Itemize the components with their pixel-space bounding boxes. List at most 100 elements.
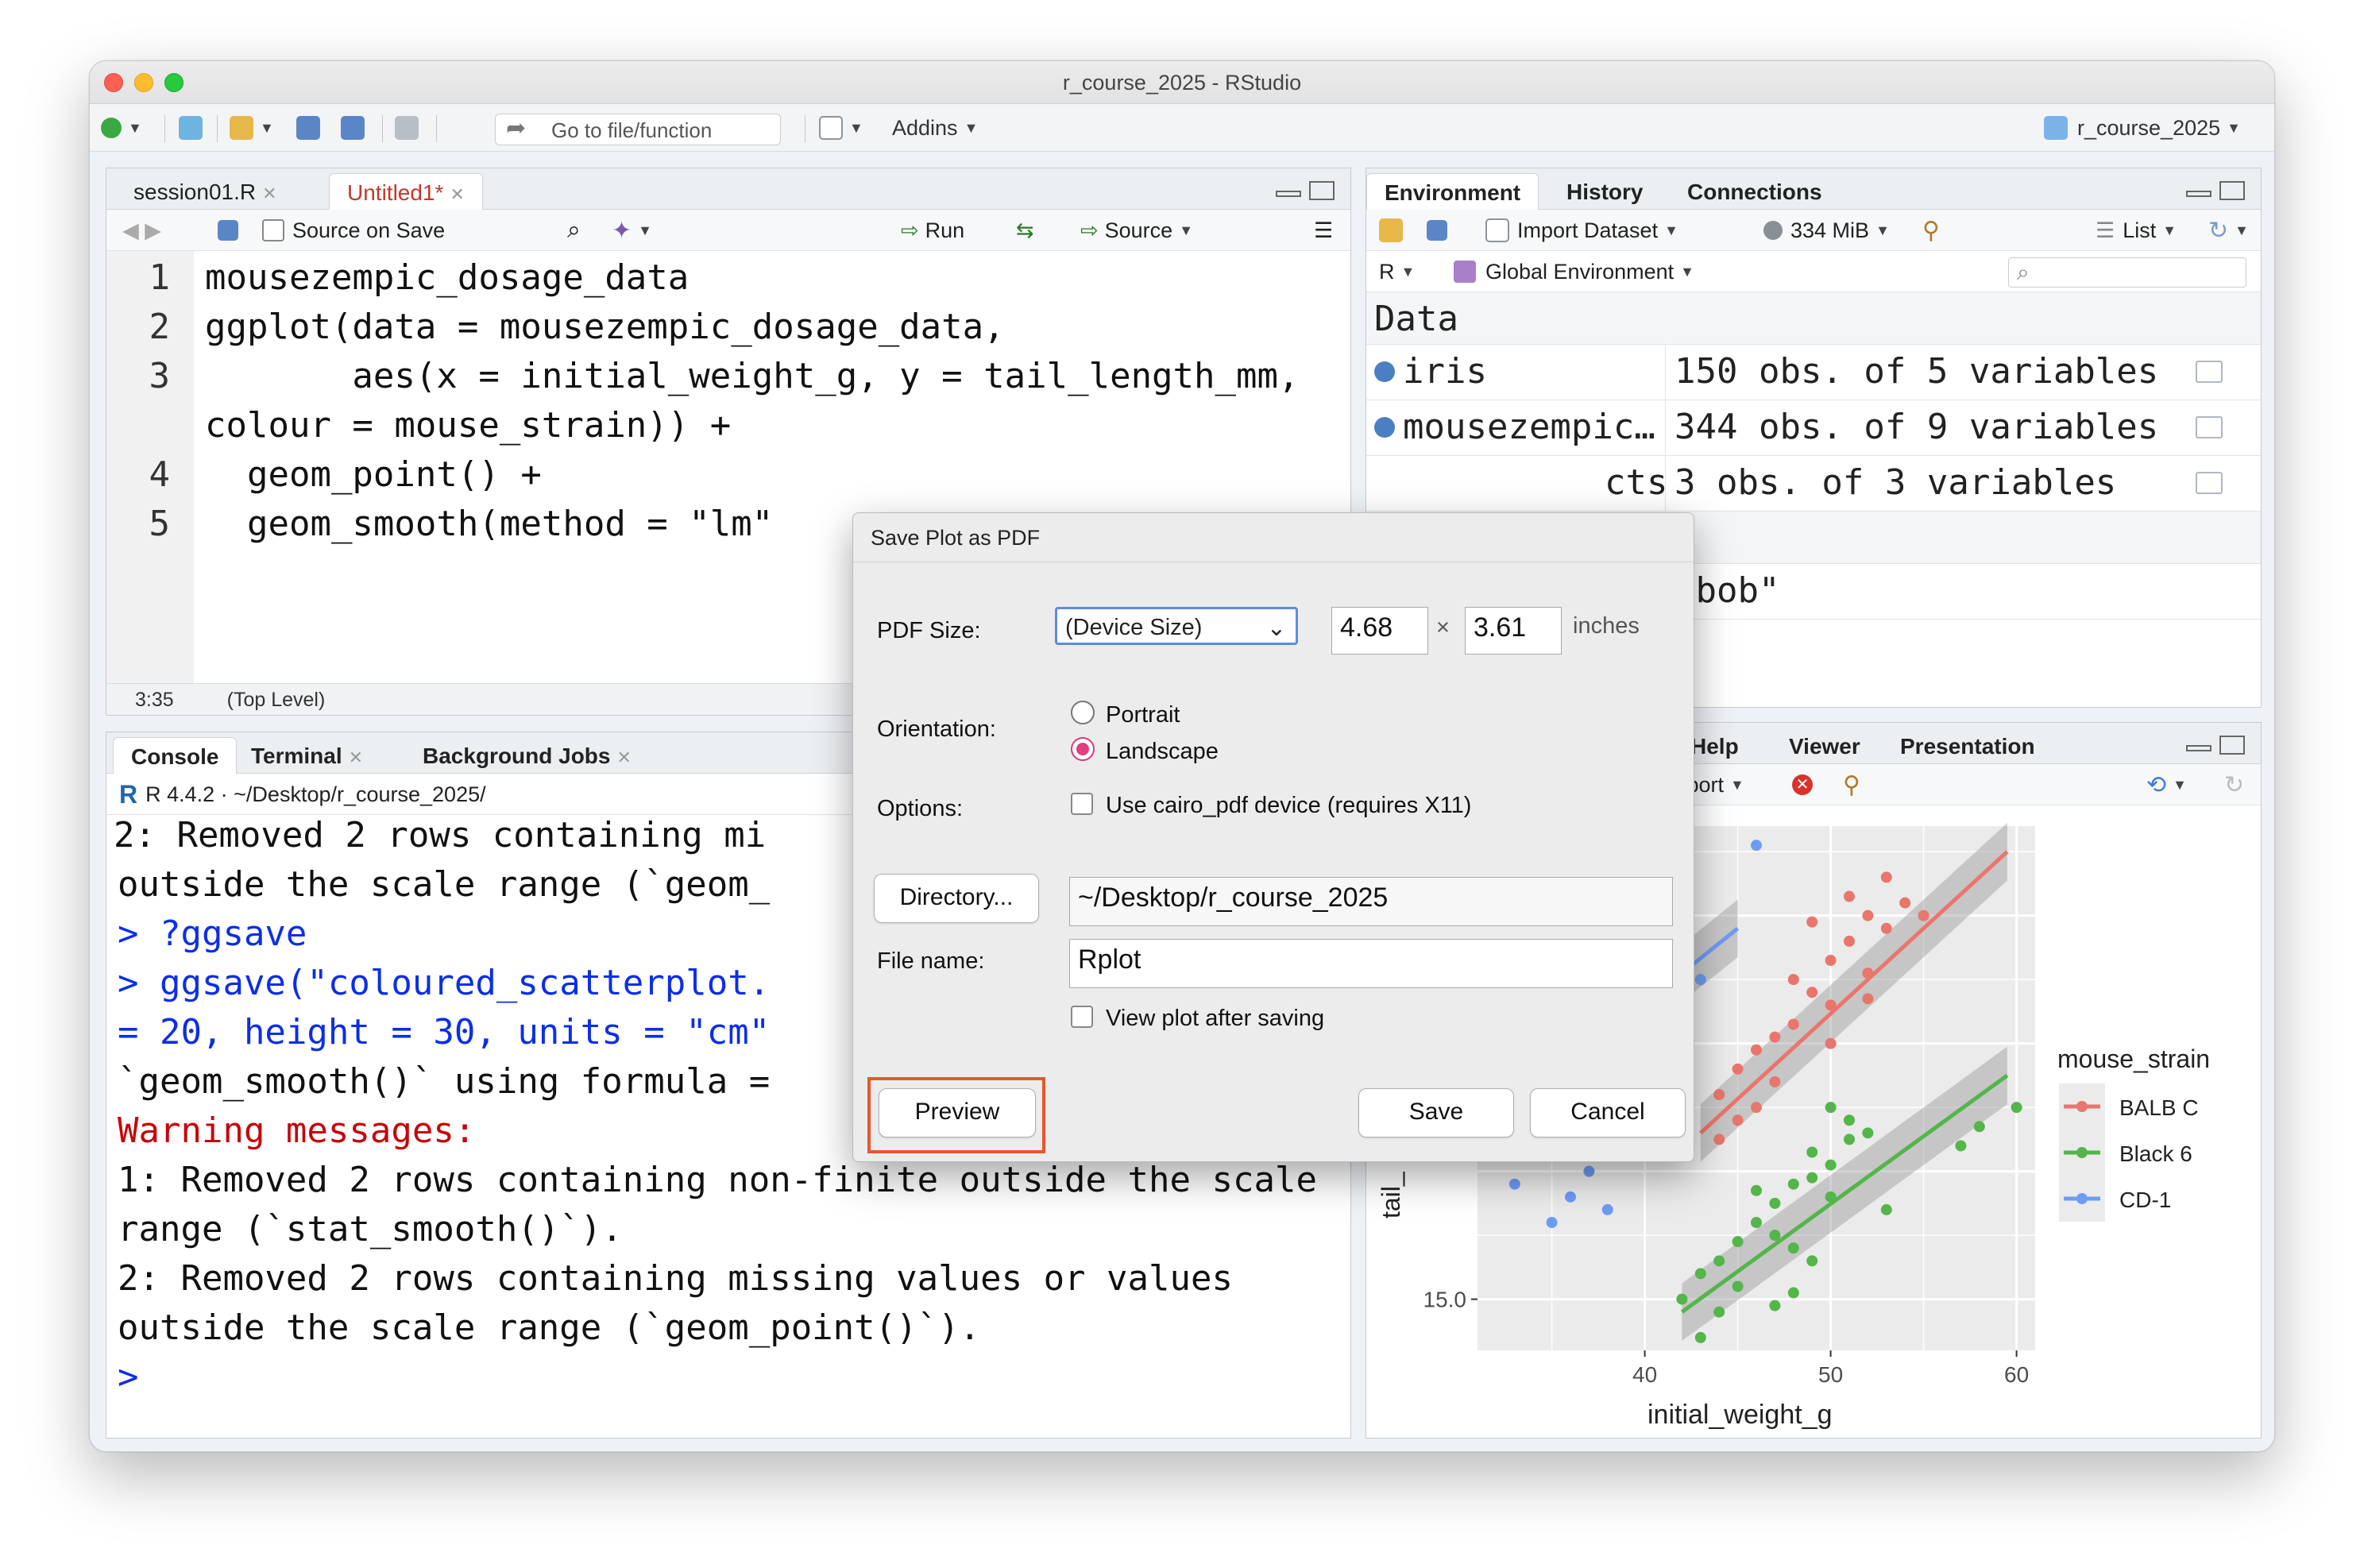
file-name-input[interactable]: Rplot <box>1069 939 1673 988</box>
save-workspace-button[interactable] <box>1427 218 1447 243</box>
data-point <box>1899 897 1911 909</box>
env-row-mousezempic[interactable]: mousezempic… 344 obs. of 9 variables <box>1366 400 2261 456</box>
remove-plot-icon[interactable]: ✕ <box>1792 772 1813 798</box>
env-row-cts[interactable]: cts 3 obs. of 3 variables <box>1366 456 2261 512</box>
data-point <box>1787 1018 1799 1030</box>
outline-icon[interactable]: ☰ <box>1314 218 1333 243</box>
cursor-position: 3:35 <box>135 689 174 711</box>
code-line: geom_point() + <box>205 454 542 495</box>
data-point <box>1806 916 1818 928</box>
clear-plots-icon[interactable]: ⚲ <box>1843 772 1860 798</box>
tab-session01[interactable]: session01.R ✕ <box>116 173 295 210</box>
print-button[interactable] <box>395 115 419 141</box>
directory-button[interactable]: Directory... <box>874 874 1039 923</box>
publish-icon[interactable]: ⟲ ▼ <box>2146 772 2187 798</box>
pdf-size-select[interactable]: (Device Size) ⌄ <box>1055 607 1298 645</box>
legend-point <box>2076 1147 2088 1158</box>
memory-usage-button[interactable]: 334 MiB ▼ <box>1763 218 1890 243</box>
data-point <box>1880 1203 1892 1215</box>
table-view-icon[interactable] <box>2196 472 2223 494</box>
new-file-button[interactable]: ▼ <box>101 115 142 141</box>
data-point <box>1844 1134 1855 1145</box>
language-menu[interactable]: R ▼ <box>1379 259 1415 284</box>
search-icon[interactable]: ⌕ <box>567 217 581 243</box>
data-point <box>1769 1197 1781 1209</box>
expand-icon[interactable] <box>1374 416 1395 438</box>
tab-untitled1[interactable]: Untitled1* ✕ <box>329 173 483 210</box>
data-point <box>1806 987 1818 998</box>
pdf-height-input[interactable]: 3.61 <box>1465 607 1562 655</box>
view-mode-menu[interactable]: ☰ List ▼ <box>2096 218 2177 243</box>
back-forward-buttons[interactable]: ◀ ▶ <box>122 218 161 243</box>
landscape-radio[interactable] <box>1071 737 1095 761</box>
scope-selector[interactable]: (Top Level) <box>227 689 326 711</box>
console-prompt[interactable]: > <box>118 1357 139 1397</box>
open-file-button[interactable]: ▼ <box>230 115 274 141</box>
pane-layout-button[interactable]: ▼ <box>819 115 863 141</box>
search-icon: ⌕ <box>2017 260 2030 284</box>
data-point <box>1955 1140 1967 1152</box>
cancel-button[interactable]: Cancel <box>1530 1088 1686 1137</box>
r-version-path: RR 4.4.2 · ~/Desktop/r_course_2025/ <box>119 779 486 809</box>
data-point <box>1751 1044 1762 1056</box>
save-button[interactable] <box>296 115 320 141</box>
expand-icon[interactable] <box>1374 361 1395 382</box>
data-point <box>1862 910 1874 921</box>
project-icon <box>179 116 203 140</box>
data-point <box>1844 1114 1855 1126</box>
data-point <box>1732 1114 1744 1126</box>
code-tools-button[interactable]: ✦ ▼ <box>612 218 652 244</box>
goto-file-input[interactable]: Go to file/function <box>495 114 781 145</box>
rerun-button[interactable]: ⇆ <box>1016 218 1034 243</box>
data-point <box>1694 1268 1706 1280</box>
tab-presentation[interactable]: Presentation <box>1883 728 2053 764</box>
data-point <box>1806 1146 1818 1158</box>
save-all-icon <box>341 116 365 140</box>
project-menu[interactable]: r_course_2025 ▼ <box>2044 115 2241 141</box>
window-title: r_course_2025 - RStudio <box>1062 71 1302 95</box>
addins-menu[interactable]: Addins ▼ <box>892 115 978 141</box>
environment-icon <box>1454 261 1476 283</box>
data-point <box>1806 1255 1818 1267</box>
table-view-icon[interactable] <box>2196 361 2223 383</box>
tab-background-jobs[interactable]: Background Jobs ✕ <box>405 737 649 774</box>
new-project-button[interactable] <box>179 115 203 141</box>
plots-window-controls[interactable] <box>2186 736 2250 756</box>
pdf-size-label: PDF Size: <box>877 618 981 643</box>
import-dataset-button[interactable]: Import Dataset ▼ <box>1485 218 1678 243</box>
broom-icon[interactable]: ⚲ <box>1922 218 1940 244</box>
data-point <box>1787 1178 1799 1190</box>
tab-environment[interactable]: Environment <box>1366 173 1539 210</box>
run-button[interactable]: ⇨ Run <box>901 218 964 243</box>
editor-window-controls[interactable] <box>1276 181 1339 202</box>
view-after-saving-checkbox[interactable] <box>1071 1006 1093 1028</box>
tab-connections[interactable]: Connections <box>1670 173 1840 210</box>
tab-viewer[interactable]: Viewer <box>1771 728 1878 764</box>
table-view-icon[interactable] <box>2196 416 2223 438</box>
data-point <box>1732 1280 1744 1292</box>
save-file-button[interactable] <box>218 218 238 243</box>
cairo-checkbox[interactable] <box>1071 793 1093 815</box>
tab-history[interactable]: History <box>1549 173 1660 210</box>
save-plot-button[interactable]: Save <box>1358 1088 1514 1137</box>
source-button[interactable]: ⇨ Source ▼ <box>1080 218 1193 243</box>
tab-console[interactable]: Console <box>113 737 238 774</box>
load-workspace-button[interactable] <box>1379 218 1403 243</box>
env-window-controls[interactable] <box>2186 181 2250 202</box>
source-on-save-checkbox[interactable]: Source on Save <box>262 218 445 243</box>
y-tick-label: 15.0 <box>1423 1288 1467 1312</box>
code-line: colour = mouse_strain)) + <box>205 405 732 446</box>
refresh-icon[interactable]: ↻ <box>2224 772 2244 798</box>
rstudio-window: r_course_2025 - RStudio ▼ ▼ Go to file/f… <box>89 60 2275 1452</box>
refresh-icon[interactable]: ↻ ▼ <box>2208 218 2249 244</box>
scope-menu[interactable]: Global Environment ▼ <box>1454 259 1694 284</box>
legend-label: BALB C <box>2119 1095 2199 1120</box>
tab-terminal[interactable]: Terminal ✕ <box>234 737 380 774</box>
x-tick-label: 50 <box>1818 1362 1843 1387</box>
env-search-input[interactable]: ⌕ <box>2008 257 2246 288</box>
save-all-button[interactable] <box>341 115 365 141</box>
data-point <box>1713 1306 1725 1318</box>
pdf-width-input[interactable]: 4.68 <box>1331 607 1428 655</box>
portrait-radio[interactable] <box>1071 701 1095 724</box>
env-row-iris[interactable]: iris 150 obs. of 5 variables <box>1366 345 2261 400</box>
